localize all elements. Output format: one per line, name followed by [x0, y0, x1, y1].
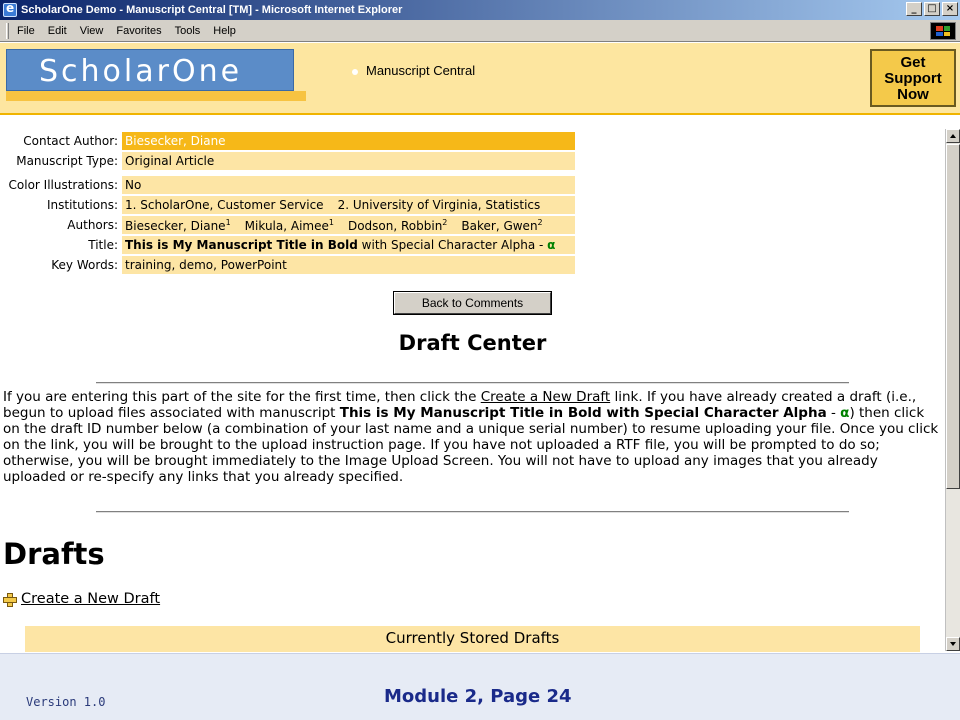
- toolbar-grip: [6, 22, 9, 39]
- plus-icon: [3, 593, 17, 607]
- instructions-text: -: [826, 405, 841, 421]
- divider: [96, 511, 849, 513]
- create-new-draft-text[interactable]: Create a New Draft: [21, 591, 160, 607]
- menu-tools[interactable]: Tools: [175, 25, 201, 37]
- menu-bar: File Edit View Favorites Tools Help: [0, 20, 960, 42]
- scroll-thumb[interactable]: [946, 144, 960, 489]
- slide-footer: Version 1.0 Module 2, Page 24: [0, 653, 960, 720]
- menu-edit[interactable]: Edit: [48, 25, 67, 37]
- authors-value: Biesecker, Diane1 Mikula, Aimee1 Dodson, R…: [122, 216, 575, 234]
- institution-1: 1. ScholarOne, Customer Service: [125, 198, 324, 212]
- author-affiliation: 1: [328, 217, 334, 227]
- title-rest: with Special Character Alpha -: [357, 238, 548, 252]
- page-content: Contact Author: Biesecker, Diane Manuscr…: [0, 117, 945, 652]
- scroll-down-button[interactable]: [946, 637, 960, 651]
- manuscript-type-label: Manuscript Type:: [16, 154, 118, 168]
- author-name: Dodson, Robbin: [347, 218, 443, 233]
- logo-underbar: [6, 91, 306, 101]
- maximize-button[interactable]: □: [924, 2, 940, 16]
- stored-drafts-header: Currently Stored Drafts: [25, 626, 920, 652]
- instructions-text: If you are entering this part of the sit…: [3, 389, 481, 405]
- window-title-bar: ScholarOne Demo - Manuscript Central [TM…: [0, 0, 960, 20]
- ie-icon: [3, 1, 17, 17]
- scroll-up-button[interactable]: [946, 129, 960, 143]
- author-name: Mikula, Aimee: [244, 218, 329, 233]
- contact-author-value: Biesecker, Diane: [122, 132, 575, 150]
- manuscript-type-value: Original Article: [122, 152, 575, 170]
- institution-2: 2. University of Virginia, Statistics: [337, 198, 541, 212]
- manuscript-info-table: Contact Author: Biesecker, Diane Manuscr…: [4, 130, 575, 276]
- table-row: Color Illustrations: No: [4, 176, 575, 194]
- menu-file[interactable]: File: [17, 25, 35, 37]
- author-affiliation: 1: [225, 217, 231, 227]
- table-row: Key Words: training, demo, PowerPoint: [4, 256, 575, 274]
- module-page-label: Module 2, Page 24: [384, 686, 572, 707]
- manuscript-title-bold: This is My Manuscript Title in Bold with…: [339, 405, 827, 421]
- color-illustrations-label: Color Illustrations:: [8, 178, 118, 192]
- minimize-button[interactable]: _: [906, 2, 922, 16]
- menu-help[interactable]: Help: [213, 25, 236, 37]
- alpha-symbol: α: [547, 238, 556, 252]
- logo-text: ScholarOne: [39, 54, 243, 89]
- divider: [96, 382, 849, 384]
- support-line-3: Now: [897, 86, 929, 103]
- window-controls: _ □ ×: [906, 2, 958, 16]
- authors-label: Authors:: [67, 218, 118, 232]
- site-name: Manuscript Central: [366, 63, 476, 78]
- bullet-icon: [352, 69, 358, 75]
- author-affiliation: 2: [537, 217, 543, 227]
- create-new-draft-link[interactable]: Create a New Draft: [3, 591, 160, 607]
- scholarone-logo[interactable]: ScholarOne: [6, 49, 294, 91]
- get-support-now-button[interactable]: Get Support Now: [870, 49, 956, 107]
- author-name: Biesecker, Diane: [125, 218, 226, 233]
- site-banner: ScholarOne Manuscript Central Get Suppor…: [0, 43, 960, 115]
- stored-drafts-title: Currently Stored Drafts: [385, 629, 560, 647]
- institutions-value: 1. ScholarOne, Customer Service 2. Univer…: [122, 196, 575, 214]
- table-row: Authors: Biesecker, Diane1 Mikula, Aimee1…: [4, 216, 575, 234]
- version-label: Version 1.0: [26, 695, 106, 709]
- title-value: This is My Manuscript Title in Bold with…: [122, 236, 575, 254]
- menu-favorites[interactable]: Favorites: [116, 25, 161, 37]
- contact-author-label: Contact Author:: [23, 134, 118, 148]
- back-to-comments-button[interactable]: Back to Comments: [393, 291, 552, 315]
- table-row: Title: This is My Manuscript Title in Bo…: [4, 236, 575, 254]
- color-illustrations-value: No: [122, 176, 575, 194]
- instructions-paragraph: If you are entering this part of the sit…: [3, 389, 943, 485]
- windows-logo-icon: [930, 22, 956, 40]
- vertical-scrollbar[interactable]: [945, 129, 960, 651]
- support-line-1: Get: [900, 54, 926, 71]
- drafts-heading: Drafts: [3, 537, 105, 571]
- create-new-draft-inline-link[interactable]: Create a New Draft: [481, 389, 610, 405]
- keywords-value: training, demo, PowerPoint: [122, 256, 575, 274]
- author-name: Baker, Gwen: [461, 218, 538, 233]
- close-button[interactable]: ×: [942, 2, 958, 16]
- support-line-2: Support: [884, 70, 942, 87]
- institutions-label: Institutions:: [46, 198, 118, 212]
- table-row: Contact Author: Biesecker, Diane: [4, 132, 575, 150]
- title-bold: This is My Manuscript Title in Bold: [125, 238, 358, 252]
- table-row: Institutions: 1. ScholarOne, Customer Se…: [4, 196, 575, 214]
- keywords-label: Key Words:: [51, 258, 118, 272]
- window-title: ScholarOne Demo - Manuscript Central [TM…: [21, 4, 403, 16]
- author-affiliation: 2: [442, 217, 448, 227]
- menu-view[interactable]: View: [80, 25, 104, 37]
- title-label: Title:: [88, 238, 118, 252]
- table-row: Manuscript Type: Original Article: [4, 152, 575, 170]
- draft-center-heading: Draft Center: [398, 331, 547, 355]
